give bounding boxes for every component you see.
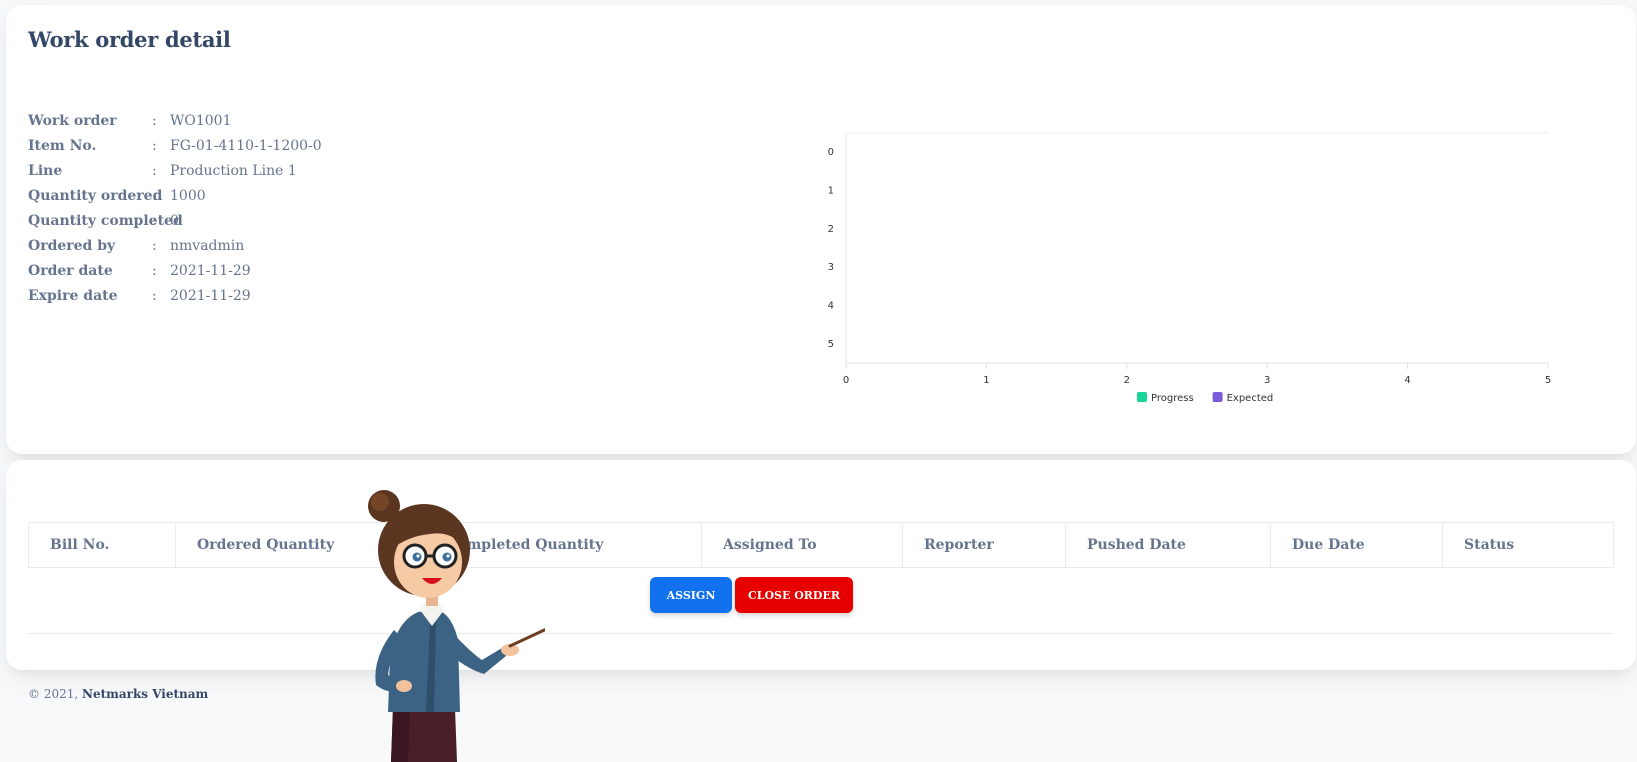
info-label: Line <box>28 163 63 179</box>
x-tick-label: 5 <box>1545 375 1551 386</box>
info-label: Quantity ordered <box>28 188 163 204</box>
y-tick-label: 0 <box>828 147 834 158</box>
info-label: Work order <box>28 113 117 129</box>
footer: © 2021, Netmarks Vietnam <box>28 687 208 701</box>
legend-swatch-progress <box>1137 392 1147 402</box>
table-header-row: Bill No. Ordered Quantity Completed Quan… <box>28 522 1614 568</box>
footer-company[interactable]: Netmarks Vietnam <box>82 687 208 701</box>
legend-label-progress: Progress <box>1151 393 1194 404</box>
info-row-expire-date: Expire date : 2021-11-29 <box>28 284 322 309</box>
info-label: Order date <box>28 263 113 279</box>
table-bottom-divider <box>28 633 1614 634</box>
info-separator: : <box>152 113 157 129</box>
info-value: FG-01-4110-1-1200-0 <box>170 138 322 154</box>
x-tick-label: 3 <box>1264 375 1270 386</box>
info-row-quantity-ordered: Quantity ordered : 1000 <box>28 184 322 209</box>
teacher-pointing-icon <box>368 490 545 762</box>
bills-card: Bill No. Ordered Quantity Completed Quan… <box>6 460 1636 670</box>
page-title: Work order detail <box>28 27 231 52</box>
info-separator: : <box>152 288 157 304</box>
footer-copyright: © 2021, <box>28 687 79 701</box>
info-row-work-order: Work order : WO1001 <box>28 109 322 134</box>
info-separator: : <box>152 163 157 179</box>
column-header-pushed-date[interactable]: Pushed Date <box>1065 522 1271 568</box>
info-label: Expire date <box>28 288 118 304</box>
info-label: Quantity completed <box>28 213 183 229</box>
close-order-button[interactable]: CLOSE ORDER <box>735 577 853 613</box>
y-tick-label: 1 <box>828 186 834 197</box>
x-tick-label: 0 <box>843 375 849 386</box>
info-row-quantity-completed: Quantity completed : 0 <box>28 209 322 234</box>
info-separator: : <box>152 213 157 229</box>
y-tick-label: 2 <box>828 224 834 235</box>
progress-chart: 0 1 2 3 4 5 0 1 2 3 4 5 Progress Expected <box>828 132 1551 404</box>
column-header-reporter[interactable]: Reporter <box>902 522 1066 568</box>
column-header-assigned-to[interactable]: Assigned To <box>701 522 903 568</box>
info-label: Item No. <box>28 138 97 154</box>
info-row-line: Line : Production Line 1 <box>28 159 322 184</box>
info-value: 2021-11-29 <box>170 263 251 279</box>
info-row-item-no: Item No. : FG-01-4110-1-1200-0 <box>28 134 322 159</box>
info-value: nmvadmin <box>170 238 245 254</box>
info-value: WO1001 <box>170 113 232 129</box>
x-tick-label: 4 <box>1404 375 1410 386</box>
x-tick-label: 1 <box>983 375 989 386</box>
info-separator: : <box>152 238 157 254</box>
work-order-info: Work order : WO1001 Item No. : FG-01-411… <box>28 109 322 309</box>
y-tick-label: 4 <box>828 301 834 312</box>
info-value: Production Line 1 <box>170 163 297 179</box>
info-value: 1000 <box>170 188 206 204</box>
info-label: Ordered by <box>28 238 116 254</box>
info-separator: : <box>152 138 157 154</box>
x-tick-label: 2 <box>1124 375 1130 386</box>
info-value: 2021-11-29 <box>170 288 251 304</box>
info-separator: : <box>152 188 157 204</box>
y-tick-label: 5 <box>828 339 834 350</box>
legend-swatch-expected <box>1212 392 1223 402</box>
info-separator: : <box>152 263 157 279</box>
y-tick-label: 3 <box>828 262 834 273</box>
assign-button[interactable]: ASSIGN <box>650 577 732 613</box>
bills-table: Bill No. Ordered Quantity Completed Quan… <box>28 522 1614 568</box>
legend-label-expected: Expected <box>1227 393 1274 404</box>
work-order-card: Work order detail Work order : WO1001 It… <box>6 5 1636 454</box>
column-header-status[interactable]: Status <box>1442 522 1614 568</box>
info-row-ordered-by: Ordered by : nmvadmin <box>28 234 322 259</box>
column-header-bill-no[interactable]: Bill No. <box>28 522 176 568</box>
info-row-order-date: Order date : 2021-11-29 <box>28 259 322 284</box>
info-value: 0 <box>170 213 179 229</box>
column-header-due-date[interactable]: Due Date <box>1270 522 1443 568</box>
